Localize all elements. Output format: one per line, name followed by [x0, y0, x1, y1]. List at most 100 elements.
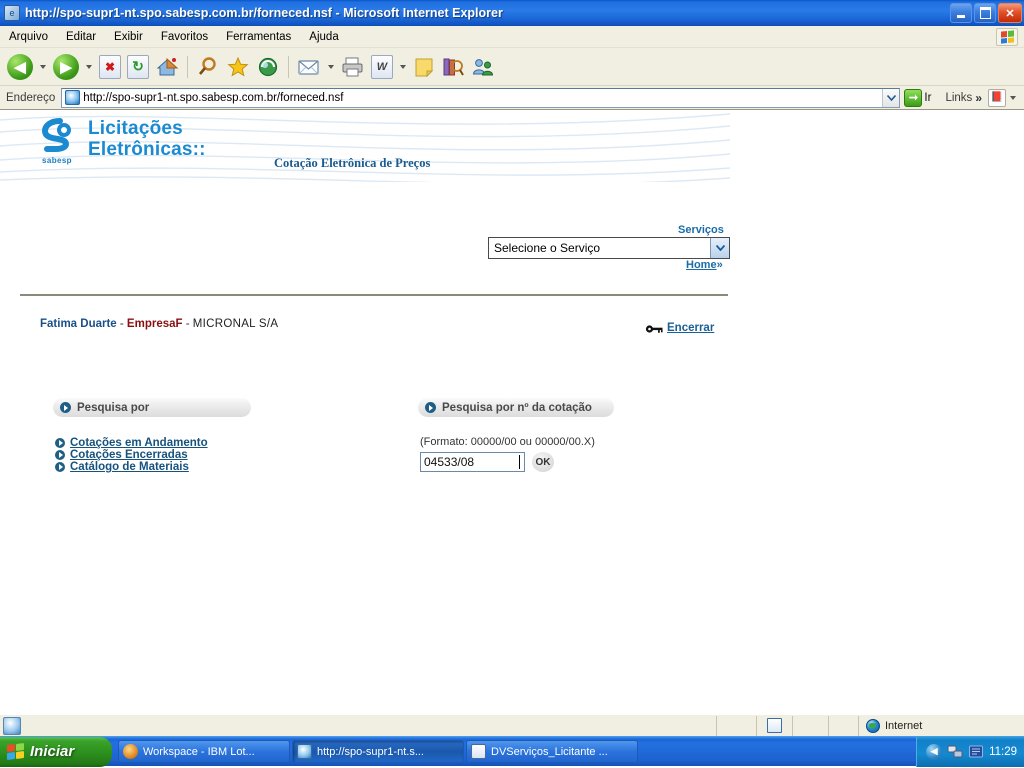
close-button[interactable]: ✕	[998, 3, 1022, 23]
link-cotacoes-encerradas[interactable]: Cotações Encerradas	[55, 449, 188, 461]
mail-button[interactable]	[294, 51, 324, 83]
printer-icon	[342, 57, 363, 76]
link-label: Cotações Encerradas	[70, 449, 188, 461]
taskbar-item-dvservicos[interactable]: DVServiços_Licitante ...	[466, 740, 638, 763]
search-button[interactable]	[193, 51, 223, 83]
taskbar-tasks: Workspace - IBM Lot... http://spo-supr1-…	[118, 740, 916, 763]
home-icon	[156, 57, 179, 75]
status-bar: Internet	[0, 714, 1024, 736]
windows-flag-icon	[996, 28, 1018, 46]
address-dropdown-button[interactable]	[882, 88, 900, 107]
quote-number-input[interactable]	[420, 452, 525, 472]
address-bar: Endereço http://spo-supr1-nt.spo.sabesp.…	[0, 86, 1024, 110]
menu-item-exibir[interactable]: Exibir	[105, 29, 152, 45]
menu-item-editar[interactable]: Editar	[57, 29, 105, 45]
menu-item-favoritos[interactable]: Favoritos	[152, 29, 217, 45]
quote-panel-header: Pesquisa por nº da cotação	[418, 398, 614, 417]
stop-button[interactable]: ✖	[96, 51, 124, 83]
refresh-button[interactable]: ↻	[124, 51, 152, 83]
window-titlebar[interactable]: e http://spo-supr1-nt.spo.sabesp.com.br/…	[0, 0, 1024, 26]
edit-word-button[interactable]: W	[368, 51, 396, 83]
chevron-left-icon[interactable]: ◀	[926, 743, 943, 760]
menu-item-arquivo[interactable]: Arquivo	[0, 29, 57, 45]
go-label: Ir	[924, 91, 932, 104]
research-button[interactable]	[438, 51, 468, 83]
document-icon	[767, 718, 782, 733]
bullet-arrow-icon	[60, 402, 71, 413]
address-label: Endereço	[6, 91, 56, 104]
status-cell-2	[792, 715, 828, 736]
search-by-panel-header: Pesquisa por	[53, 398, 251, 417]
print-button[interactable]	[338, 51, 368, 83]
pdf-dropdown-icon[interactable]	[1010, 95, 1016, 100]
books-icon	[443, 58, 464, 76]
sabesp-wordmark: sabesp	[42, 156, 72, 165]
sabesp-logo: sabesp Licitações Eletrônicas::	[40, 118, 206, 166]
taskbar-item-workspace[interactable]: Workspace - IBM Lot...	[118, 740, 290, 763]
ie-document-icon: e	[4, 5, 20, 21]
logout-label: Encerrar	[667, 322, 715, 334]
menu-item-ferramentas[interactable]: Ferramentas	[217, 29, 300, 45]
ie-icon	[297, 744, 312, 759]
quote-format-hint: (Formato: 00000/00 ou 00000/00.X)	[420, 436, 595, 448]
start-label: Iniciar	[30, 743, 75, 760]
history-button[interactable]	[253, 51, 283, 83]
home-chevron-icon: »	[716, 259, 723, 271]
window-controls: ✕	[950, 3, 1022, 23]
windows-flag-icon	[7, 742, 24, 761]
back-dropdown-icon[interactable]	[40, 64, 46, 69]
service-select[interactable]: Selecione o Serviço	[488, 237, 730, 259]
search-icon	[199, 56, 216, 75]
link-label: Catálogo de Materiais	[70, 461, 189, 473]
home-button[interactable]	[152, 51, 182, 83]
link-cotacoes-em-andamento[interactable]: Cotações em Andamento	[55, 437, 208, 449]
favorites-button[interactable]	[223, 51, 253, 83]
forward-button[interactable]: ▶	[50, 51, 82, 83]
bullet-arrow-icon	[425, 402, 436, 413]
minimize-button[interactable]	[950, 3, 972, 23]
adobe-pdf-icon[interactable]: 📕	[988, 88, 1006, 107]
notes-button[interactable]	[410, 51, 438, 83]
session-sep-1: -	[116, 318, 127, 330]
tray-clock[interactable]: 11:29	[989, 746, 1017, 758]
system-tray: ◀ 11:29	[916, 736, 1024, 767]
banner-title-line2: Eletrônicas::	[88, 139, 206, 160]
status-security-zone[interactable]: Internet	[858, 715, 1024, 736]
bullet-arrow-icon	[55, 462, 65, 472]
home-link[interactable]: Home»	[686, 259, 723, 271]
security-shield-icon[interactable]	[968, 744, 984, 759]
service-select-arrow[interactable]	[710, 238, 729, 258]
links-label[interactable]: Links	[937, 92, 975, 104]
servicos-label: Serviços	[678, 224, 724, 236]
ok-button[interactable]: OK	[532, 452, 554, 472]
chevron-down-icon	[715, 245, 725, 251]
network-icon[interactable]	[947, 744, 963, 759]
logout-link[interactable]: Encerrar	[645, 322, 714, 334]
start-button[interactable]: Iniciar	[0, 736, 112, 767]
taskbar: Iniciar Workspace - IBM Lot... http://sp…	[0, 736, 1024, 767]
status-cell-3	[828, 715, 858, 736]
status-zone-label: Internet	[885, 719, 923, 732]
bullet-arrow-icon	[55, 438, 65, 448]
back-button[interactable]: ◀	[4, 51, 36, 83]
session-company-role: EmpresaF	[126, 318, 183, 330]
sabesp-mark-icon: sabesp	[40, 118, 80, 166]
menu-item-ajuda[interactable]: Ajuda	[300, 29, 347, 45]
go-button[interactable]: ➞ Ir	[900, 88, 937, 107]
word-doc-icon	[471, 744, 486, 759]
window-title: http://spo-supr1-nt.spo.sabesp.com.br/fo…	[25, 6, 503, 20]
address-url-text[interactable]: http://spo-supr1-nt.spo.sabesp.com.br/fo…	[83, 92, 882, 104]
session-sep-2: -	[182, 318, 193, 330]
menu-bar: Arquivo Editar Exibir Favoritos Ferramen…	[0, 26, 1024, 48]
link-catalogo-de-materiais[interactable]: Catálogo de Materiais	[55, 461, 189, 473]
globe-icon	[866, 718, 880, 733]
status-cell-1	[716, 715, 756, 736]
edit-dropdown-icon[interactable]	[400, 64, 406, 69]
messenger-button[interactable]	[468, 51, 498, 83]
taskbar-item-internet-explorer[interactable]: http://spo-supr1-nt.s...	[292, 740, 464, 763]
links-chevron-icon[interactable]: »	[975, 91, 988, 105]
mail-dropdown-icon[interactable]	[328, 64, 334, 69]
maximize-button[interactable]	[974, 3, 996, 23]
address-input[interactable]: http://spo-supr1-nt.spo.sabesp.com.br/fo…	[61, 87, 901, 108]
forward-dropdown-icon[interactable]	[86, 64, 92, 69]
